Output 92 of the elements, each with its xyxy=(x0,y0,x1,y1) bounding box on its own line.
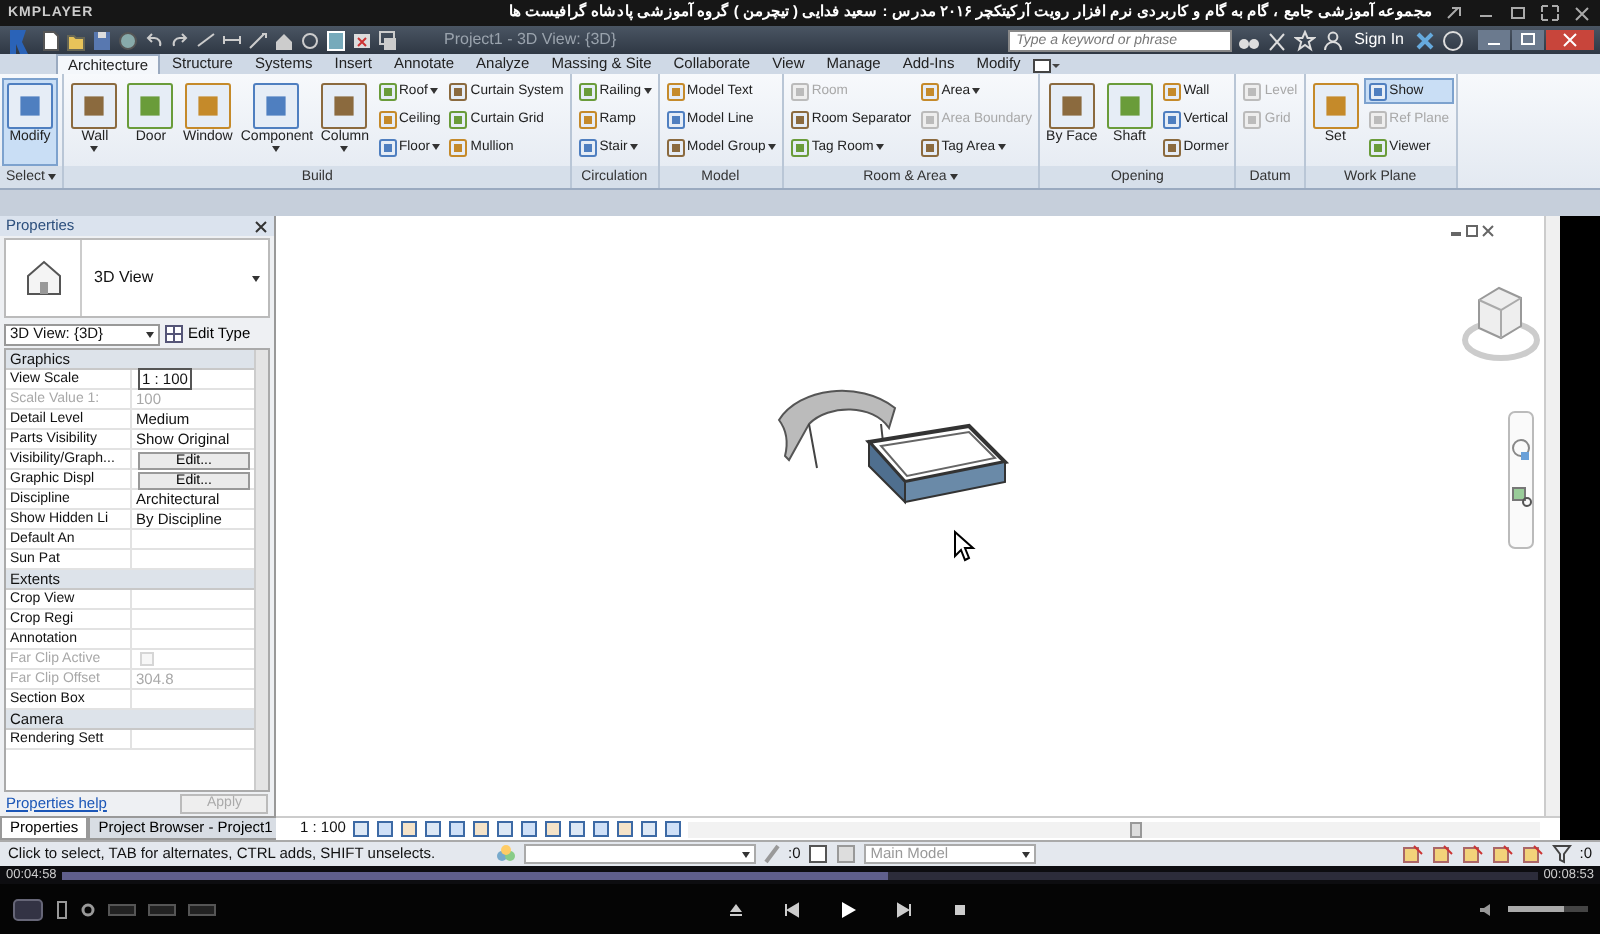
house-icon[interactable] xyxy=(274,29,294,51)
close-icon[interactable] xyxy=(1546,30,1594,50)
vertical-scrollbar[interactable] xyxy=(1544,216,1560,816)
caret-icon[interactable] xyxy=(432,144,440,150)
tool-icon xyxy=(1367,137,1388,157)
tool-icon xyxy=(448,137,469,157)
tool-large-icon xyxy=(6,82,54,130)
view-cube-drawing[interactable] xyxy=(1462,286,1540,361)
tool-icon xyxy=(1242,109,1263,129)
window-title: Project1 - 3D View: {3D} xyxy=(444,31,617,49)
tool-icon xyxy=(665,137,686,157)
caret-icon[interactable] xyxy=(972,88,981,94)
type-selector[interactable]: 3D View xyxy=(4,238,270,318)
user-icon[interactable] xyxy=(1322,29,1345,51)
restore-icon[interactable] xyxy=(1512,30,1544,50)
undo-arrow-icon[interactable] xyxy=(144,29,164,51)
volume-slider[interactable] xyxy=(1508,906,1588,912)
caret-icon[interactable] xyxy=(643,88,652,94)
caret-icon[interactable] xyxy=(146,331,154,337)
tool-large-icon xyxy=(252,82,301,130)
caret-icon[interactable] xyxy=(767,144,776,150)
caret-icon[interactable] xyxy=(340,146,349,152)
horizontal-scrollbar[interactable] xyxy=(687,821,1540,837)
open-folder-icon[interactable] xyxy=(66,29,86,51)
play-icon[interactable] xyxy=(837,899,857,919)
tool-icon xyxy=(1242,81,1263,101)
tool-icon xyxy=(789,137,810,157)
caret-icon[interactable] xyxy=(875,144,884,150)
filter-icon[interactable] xyxy=(1551,844,1572,864)
caret-icon[interactable] xyxy=(90,146,99,152)
window-controls-icon[interactable] xyxy=(1451,225,1494,237)
tool-large-icon xyxy=(70,82,119,130)
tool-icon xyxy=(665,109,686,129)
tool-icon xyxy=(789,109,810,129)
close-icon[interactable] xyxy=(1572,4,1592,22)
tool-icon xyxy=(1367,81,1388,101)
tool-large-icon xyxy=(1105,82,1154,130)
eject-icon[interactable] xyxy=(725,899,745,919)
close-icon[interactable] xyxy=(254,219,268,233)
caret-icon[interactable] xyxy=(272,146,281,152)
tool-icon xyxy=(665,81,686,101)
tool-icon xyxy=(577,137,598,157)
tool-large-icon xyxy=(1047,82,1096,130)
vertical-scrollbar[interactable] xyxy=(254,350,268,790)
tool-icon xyxy=(789,81,810,101)
switch-windows-icon[interactable] xyxy=(378,29,398,51)
tool-icon xyxy=(919,137,940,157)
house-icon xyxy=(23,258,63,298)
tool-large-icon xyxy=(320,82,369,130)
tool-icon xyxy=(919,81,940,101)
fullscreen-icon[interactable] xyxy=(1540,4,1560,22)
mouse-cursor-icon xyxy=(954,529,976,562)
stop-icon[interactable] xyxy=(949,899,969,919)
panel-toggle-icon[interactable] xyxy=(1032,58,1061,74)
close-views-icon[interactable] xyxy=(352,29,372,51)
tool-icon xyxy=(919,109,940,129)
previous-icon[interactable] xyxy=(781,899,801,919)
screen-icon[interactable] xyxy=(56,899,68,919)
caret-icon[interactable] xyxy=(629,144,638,150)
tool-icon xyxy=(448,81,469,101)
caret-icon[interactable] xyxy=(429,88,438,94)
redo-arrow-icon[interactable] xyxy=(170,29,190,51)
tool-icon xyxy=(1161,109,1182,129)
new-file-icon[interactable] xyxy=(40,29,60,51)
maximize-icon[interactable] xyxy=(1508,4,1528,22)
caret-icon[interactable] xyxy=(252,275,260,281)
tool-icon xyxy=(1367,109,1388,129)
globe-icon[interactable] xyxy=(118,29,138,51)
tool-large-icon xyxy=(1311,82,1360,130)
caret-icon[interactable] xyxy=(950,174,959,180)
tool-large-icon xyxy=(183,82,232,130)
save-icon[interactable] xyxy=(92,29,112,51)
sign-in-button[interactable]: Sign In xyxy=(1350,31,1408,49)
tool-large-icon xyxy=(126,82,175,130)
minimize-icon[interactable] xyxy=(1478,30,1510,50)
tool-icon xyxy=(1161,137,1182,157)
navigation-bar-drawing[interactable] xyxy=(1508,411,1534,549)
edit-type-icon xyxy=(164,324,184,344)
caret-icon[interactable] xyxy=(742,851,750,857)
caret-icon[interactable] xyxy=(997,144,1006,150)
tool-icon xyxy=(577,81,598,101)
dome-drawing xyxy=(778,389,896,469)
tool-icon xyxy=(577,109,598,129)
caret-icon[interactable] xyxy=(48,174,57,180)
seek-bar[interactable] xyxy=(62,871,1538,879)
speaker-icon[interactable] xyxy=(1478,901,1496,917)
caret-icon[interactable] xyxy=(1022,851,1031,857)
tool-icon xyxy=(448,109,469,129)
star-icon[interactable] xyxy=(1294,29,1317,51)
tool-icon xyxy=(1161,81,1182,101)
pin-icon[interactable] xyxy=(1444,4,1464,22)
next-icon[interactable] xyxy=(893,899,913,919)
